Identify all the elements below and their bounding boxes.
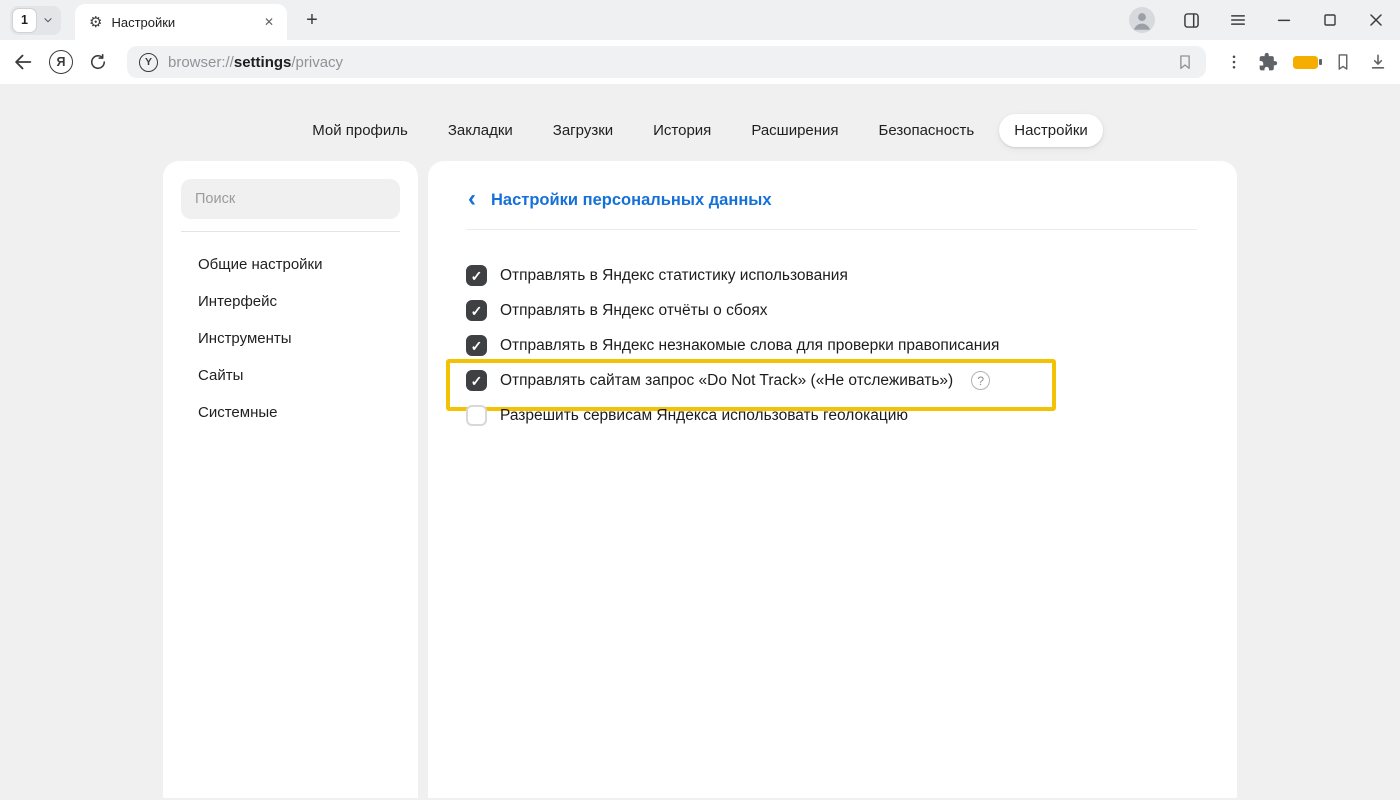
user-icon — [1129, 7, 1155, 33]
extensions-button[interactable] — [1258, 52, 1278, 72]
sidebar-divider — [181, 231, 400, 232]
toolbar: Я Y browser://settings/privacy — [0, 40, 1400, 84]
tab-list-button[interactable]: 1 — [10, 6, 61, 35]
back-button[interactable] — [12, 51, 34, 73]
settings-sidebar: Общие настройки Интерфейс Инструменты Са… — [163, 161, 418, 798]
sidebar-icon — [1181, 10, 1202, 31]
checkbox-label: Отправлять в Яндекс статистику использов… — [500, 267, 848, 285]
more-button[interactable] — [1225, 53, 1243, 71]
checkbox-list: Отправлять в Яндекс статистику использов… — [466, 258, 1197, 433]
checkbox-label: Отправлять в Яндекс незнакомые слова для… — [500, 337, 999, 355]
close-window-button[interactable] — [1366, 10, 1386, 30]
site-favicon: Y — [139, 53, 158, 72]
maximize-button[interactable] — [1320, 10, 1340, 30]
tab-strip-left: 1 ⚙ Настройки ✕ + — [10, 0, 325, 40]
sidebar-item-interface[interactable]: Интерфейс — [181, 283, 400, 320]
download-icon — [1368, 52, 1388, 72]
flag-icon — [1333, 52, 1353, 72]
dots-vertical-icon — [1225, 53, 1243, 71]
sidebar-item-system[interactable]: Системные — [181, 394, 400, 431]
sidebar-list: Общие настройки Интерфейс Инструменты Са… — [181, 246, 400, 431]
header-divider — [466, 229, 1197, 230]
checkbox-label: Отправлять в Яндекс отчёты о сбоях — [500, 302, 768, 320]
puzzle-icon — [1258, 52, 1278, 72]
cards-area: Общие настройки Интерфейс Инструменты Са… — [163, 161, 1237, 798]
minimize-icon — [1274, 10, 1294, 30]
tab-settings[interactable]: Настройки — [999, 114, 1103, 147]
tab-title: Настройки — [111, 15, 251, 30]
bookmark-icon — [1176, 53, 1194, 71]
battery-saver-button[interactable] — [1293, 56, 1318, 69]
page-title: Настройки персональных данных — [491, 191, 772, 210]
setting-row-spellcheck-words: Отправлять в Яндекс незнакомые слова для… — [466, 328, 999, 363]
sidebar-item-general[interactable]: Общие настройки — [181, 246, 400, 283]
checkbox[interactable] — [466, 300, 487, 321]
active-browser-tab[interactable]: ⚙ Настройки ✕ — [75, 4, 287, 40]
chevron-down-icon — [37, 14, 59, 26]
tab-strip-right — [1129, 0, 1390, 40]
sidebar-item-tools[interactable]: Инструменты — [181, 320, 400, 357]
menu-button[interactable] — [1228, 10, 1248, 30]
url-text: browser://settings/privacy — [168, 54, 343, 71]
maximize-icon — [1320, 10, 1340, 30]
checkbox[interactable] — [466, 405, 487, 426]
bookmark-button[interactable] — [1176, 53, 1194, 71]
tab-security[interactable]: Безопасность — [864, 114, 990, 147]
profile-avatar[interactable] — [1129, 7, 1155, 33]
tab-strip: 1 ⚙ Настройки ✕ + — [0, 0, 1400, 40]
back-arrow-icon — [12, 51, 34, 73]
tab-count: 1 — [12, 8, 37, 33]
tab-downloads[interactable]: Загрузки — [538, 114, 628, 147]
reload-icon — [88, 52, 108, 72]
downloads-button[interactable] — [1368, 52, 1388, 72]
checkbox[interactable] — [466, 265, 487, 286]
tab-extensions[interactable]: Расширения — [736, 114, 853, 147]
sidebar-item-sites[interactable]: Сайты — [181, 357, 400, 394]
url-highlight: settings — [234, 54, 292, 71]
setting-row-geolocation: Разрешить сервисам Яндекса использовать … — [466, 398, 908, 433]
settings-nav-tabs: Мой профиль Закладки Загрузки История Ра… — [0, 84, 1400, 147]
privacy-settings-panel: ‹ Настройки персональных данных Отправля… — [428, 161, 1237, 798]
new-tab-button[interactable]: + — [299, 7, 325, 33]
tab-history[interactable]: История — [638, 114, 726, 147]
close-icon — [1366, 10, 1386, 30]
checkbox[interactable] — [466, 335, 487, 356]
setting-row-do-not-track: Отправлять сайтам запрос «Do Not Track» … — [466, 363, 990, 398]
reload-button[interactable] — [88, 52, 108, 72]
settings-page: Мой профиль Закладки Загрузки История Ра… — [0, 84, 1400, 800]
setting-row-crash-reports: Отправлять в Яндекс отчёты о сбоях — [466, 293, 768, 328]
search-input[interactable] — [181, 179, 400, 219]
url-scheme: browser:// — [168, 54, 234, 71]
help-icon[interactable]: ? — [971, 371, 990, 390]
address-bar[interactable]: Y browser://settings/privacy — [127, 46, 1206, 78]
tab-bookmarks[interactable]: Закладки — [433, 114, 528, 147]
close-tab-icon[interactable]: ✕ — [261, 12, 277, 32]
battery-icon — [1293, 56, 1318, 69]
gear-icon: ⚙ — [89, 15, 102, 30]
bookmarks-sidebar-button[interactable] — [1181, 10, 1202, 31]
url-path: /privacy — [291, 54, 343, 71]
hamburger-icon — [1228, 10, 1248, 30]
checkbox-label: Разрешить сервисам Яндекса использовать … — [500, 407, 908, 425]
tab-profile[interactable]: Мой профиль — [297, 114, 423, 147]
minimize-button[interactable] — [1274, 10, 1294, 30]
setting-row-usage-stats: Отправлять в Яндекс статистику использов… — [466, 258, 848, 293]
collections-button[interactable] — [1333, 52, 1353, 72]
checkbox[interactable] — [466, 370, 487, 391]
yandex-logo[interactable]: Я — [49, 50, 73, 74]
page-header: ‹ Настройки персональных данных — [466, 181, 1197, 219]
checkbox-label: Отправлять сайтам запрос «Do Not Track» … — [500, 372, 953, 390]
back-chevron-icon[interactable]: ‹ — [466, 187, 478, 211]
